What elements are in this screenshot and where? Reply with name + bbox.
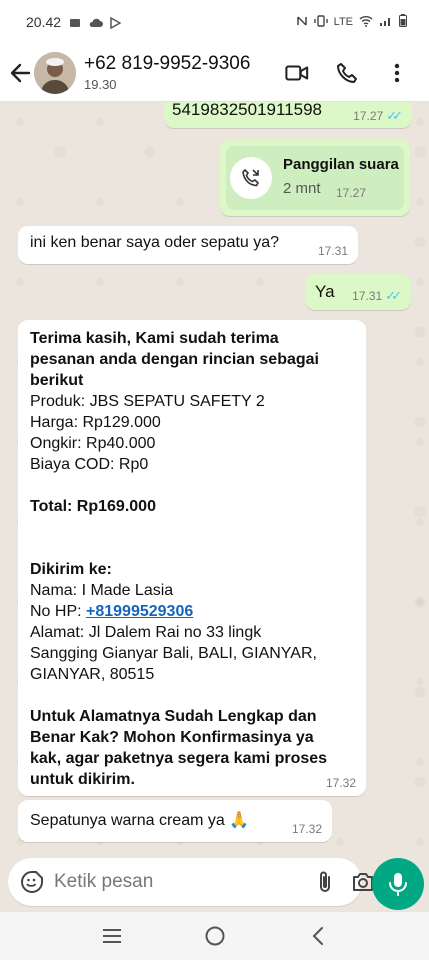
system-navigation-bar <box>0 912 429 960</box>
status-time: 20.42 <box>26 14 62 30</box>
contact-last-seen: 19.30 <box>84 77 117 92</box>
avatar[interactable] <box>34 51 76 94</box>
missed-call-phone-icon <box>230 157 272 199</box>
message-text: 5419832501911598 <box>172 102 323 119</box>
read-ticks-icon: ✓✓ <box>385 288 402 303</box>
msg-line: untuk dikirim. <box>30 771 135 788</box>
order-confirmation-message[interactable]: Terima kasih, Kami sudah terima pesanan … <box>18 320 366 796</box>
voice-call-message[interactable]: Panggilan suara 2 mnt 17.27 <box>220 140 410 216</box>
vibrate-icon <box>313 14 328 30</box>
read-ticks-icon: ✓✓ <box>386 108 403 123</box>
wifi-icon <box>359 15 373 30</box>
back-nav-icon[interactable] <box>304 922 332 950</box>
message-input[interactable] <box>54 871 299 893</box>
voice-call-icon[interactable] <box>335 61 359 85</box>
msg-line: GIANYAR, 80515 <box>30 666 155 683</box>
msg-line: Ongkir: Rp40.000 <box>30 435 156 452</box>
more-options-icon[interactable] <box>385 61 409 85</box>
video-call-icon[interactable] <box>285 61 309 85</box>
message-text: Sepatunya warna cream ya 🙏 <box>30 812 250 829</box>
message-time: 17.32 <box>325 776 356 790</box>
phone-link[interactable]: +81999529306 <box>86 603 193 620</box>
message-time: 17.32 <box>291 822 322 836</box>
message-outgoing[interactable]: Ya 17.31 ✓✓ <box>305 274 411 310</box>
msg-line: Sangging Gianyar Bali, BALI, GIANYAR, <box>30 645 317 662</box>
chat-header: +62 819-9952-9306 19.30 <box>0 44 429 102</box>
message-body: Terima kasih, Kami sudah terima pesanan … <box>30 328 354 790</box>
contact-name: +62 819-9952-9306 <box>84 53 251 74</box>
play-store-icon <box>109 16 122 30</box>
msg-line: berikut <box>30 372 84 389</box>
msg-line: Untuk Alamatnya Sudah Lengkap dan <box>30 708 317 725</box>
msg-line: No HP: <box>30 603 87 620</box>
cloud-icon <box>89 16 104 28</box>
message-time: 17.27 <box>336 186 367 200</box>
back-arrow-icon[interactable] <box>8 61 32 85</box>
status-bar: 20.42 LTE <box>0 0 429 44</box>
recent-apps-icon[interactable] <box>98 922 126 950</box>
message-outgoing[interactable]: 5419832501911598 17.27 ✓✓ <box>164 102 412 128</box>
msg-line: kak, agar paketnya segera kami proses <box>30 750 328 767</box>
message-time: 17.31 <box>352 289 383 303</box>
lte-indicator: LTE <box>333 16 353 28</box>
gallery-notification-icon <box>69 16 81 28</box>
attach-icon[interactable] <box>317 870 333 894</box>
nfc-icon <box>296 15 308 30</box>
composer <box>0 854 429 910</box>
msg-line: Total: Rp169.000 <box>30 498 156 515</box>
message-text: ini ken benar saya oder sepatu ya? <box>30 234 280 251</box>
battery-icon <box>399 14 407 30</box>
signal-icon <box>379 15 393 30</box>
call-title: Panggilan suara <box>283 156 399 173</box>
msg-line: Benar Kak? Mohon Konfirmasinya ya <box>30 729 314 746</box>
message-incoming[interactable]: ini ken benar saya oder sepatu ya? 17.31 <box>18 226 358 264</box>
msg-line: Dikirim ke: <box>30 561 112 578</box>
mic-button[interactable] <box>372 858 424 910</box>
chat-area[interactable]: 5419832501911598 17.27 ✓✓ Panggilan suar… <box>0 102 429 854</box>
msg-line: pesanan anda dengan rincian sebagai <box>30 351 319 368</box>
message-text: Ya <box>315 282 335 301</box>
msg-line: Nama: I Made Lasia <box>30 582 174 599</box>
message-input-box <box>8 858 373 906</box>
call-duration: 2 mnt <box>283 180 321 197</box>
contact-info[interactable]: +62 819-9952-9306 19.30 <box>84 53 250 92</box>
emoji-icon[interactable] <box>20 870 44 894</box>
msg-line: Terima kasih, Kami sudah terima <box>30 330 279 347</box>
msg-line: Harga: Rp129.000 <box>30 414 161 431</box>
message-time: 17.27 <box>353 109 384 123</box>
home-icon[interactable] <box>201 922 229 950</box>
mic-icon <box>389 873 407 896</box>
msg-line: Alamat: Jl Dalem Rai no 33 lingk <box>30 624 262 641</box>
msg-line: Biaya COD: Rp0 <box>30 456 149 473</box>
msg-line: Produk: JBS SEPATU SAFETY 2 <box>30 393 265 410</box>
message-time: 17.31 <box>317 244 348 258</box>
message-incoming[interactable]: Sepatunya warna cream ya 🙏 17.32 <box>18 800 332 842</box>
